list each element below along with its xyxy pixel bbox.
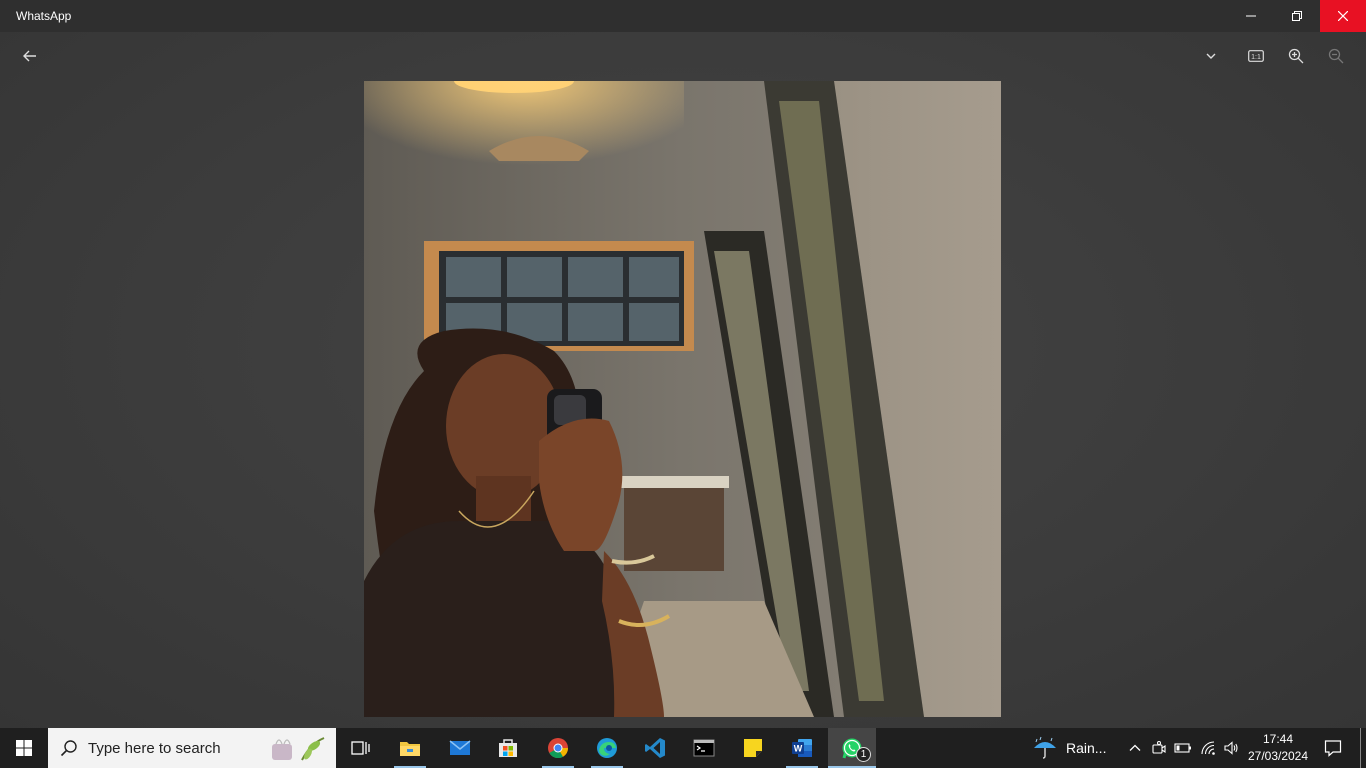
taskbar-whatsapp[interactable] (828, 728, 876, 768)
taskbar-sticky-notes[interactable] (729, 728, 777, 768)
taskbar-terminal[interactable] (680, 728, 728, 768)
taskbar-search-box[interactable]: Type here to search (48, 728, 336, 768)
whatsapp-badge: 1 (856, 747, 871, 762)
restore-icon (1292, 11, 1302, 21)
search-highlight-illustration-icon (272, 737, 325, 761)
chrome-icon (548, 738, 569, 759)
zoom-out-icon (1328, 48, 1344, 64)
weather-text[interactable]: Rain... (1066, 740, 1106, 756)
photo-canvas (364, 81, 1001, 717)
terminal-icon (693, 739, 715, 757)
speaker-icon (1224, 741, 1238, 755)
svg-text:W: W (794, 744, 803, 754)
search-icon (60, 740, 77, 757)
zoom-in-button[interactable] (1282, 42, 1310, 70)
mail-icon (449, 740, 471, 755)
windows-logo-icon (16, 740, 32, 756)
chevron-down-icon (1206, 53, 1216, 59)
taskbar-chrome[interactable] (534, 728, 582, 768)
taskbar-mail[interactable] (436, 728, 484, 768)
back-button[interactable] (16, 42, 44, 70)
wifi-icon (1201, 741, 1215, 755)
task-view-icon (351, 741, 370, 755)
network-button[interactable] (1197, 728, 1219, 768)
arrow-left-icon (23, 50, 36, 62)
more-options-button[interactable] (1197, 42, 1225, 70)
actual-size-label: 1:1 (1251, 54, 1261, 61)
taskbar-microsoft-store[interactable] (484, 728, 532, 768)
vscode-icon (645, 738, 665, 758)
microsoft-store-icon (499, 739, 517, 757)
file-explorer-icon (400, 742, 420, 756)
camera-icon (1152, 741, 1166, 754)
window-title: WhatsApp (16, 9, 72, 23)
zoom-out-button[interactable] (1322, 42, 1350, 70)
taskbar-edge[interactable] (583, 728, 631, 768)
show-hidden-icons-button[interactable] (1124, 728, 1146, 768)
taskbar-file-explorer[interactable] (386, 728, 434, 768)
zoom-in-icon (1288, 48, 1304, 64)
close-icon (1338, 11, 1348, 21)
taskbar: Type here to search W 1 Rain... 17:44 27… (0, 728, 1366, 768)
title-bar: WhatsApp (0, 0, 1366, 32)
clock-time: 17:44 (1262, 732, 1294, 746)
restore-button[interactable] (1274, 0, 1320, 32)
actual-size-icon: 1:1 (1248, 50, 1264, 62)
meet-now-button[interactable] (1148, 728, 1170, 768)
volume-button[interactable] (1220, 728, 1242, 768)
task-view-button[interactable] (336, 728, 384, 768)
battery-icon (1174, 743, 1191, 753)
clock-date: 27/03/2024 (1247, 749, 1309, 763)
search-placeholder: Type here to search (88, 740, 221, 757)
battery-button[interactable] (1172, 728, 1194, 768)
actual-size-button[interactable]: 1:1 (1242, 42, 1270, 70)
chevron-up-icon (1129, 744, 1141, 751)
minimize-icon (1246, 15, 1256, 17)
close-button[interactable] (1320, 0, 1366, 32)
taskbar-word[interactable]: W (778, 728, 826, 768)
minimize-button[interactable] (1228, 0, 1274, 32)
taskbar-vscode[interactable] (631, 728, 679, 768)
notification-center-button[interactable] (1318, 728, 1348, 768)
sticky-notes-icon (744, 739, 762, 757)
notification-icon (1324, 740, 1342, 757)
weather-widget[interactable] (1030, 728, 1060, 768)
media-viewer: 1:1 (0, 32, 1366, 728)
edge-icon (597, 738, 617, 758)
photo-image (364, 81, 1001, 717)
umbrella-rain-icon (1034, 736, 1056, 759)
clock[interactable]: 17:44 27/03/2024 (1244, 731, 1312, 765)
show-desktop-divider[interactable] (1360, 728, 1361, 768)
start-button[interactable] (0, 728, 48, 768)
word-icon: W (792, 739, 812, 757)
